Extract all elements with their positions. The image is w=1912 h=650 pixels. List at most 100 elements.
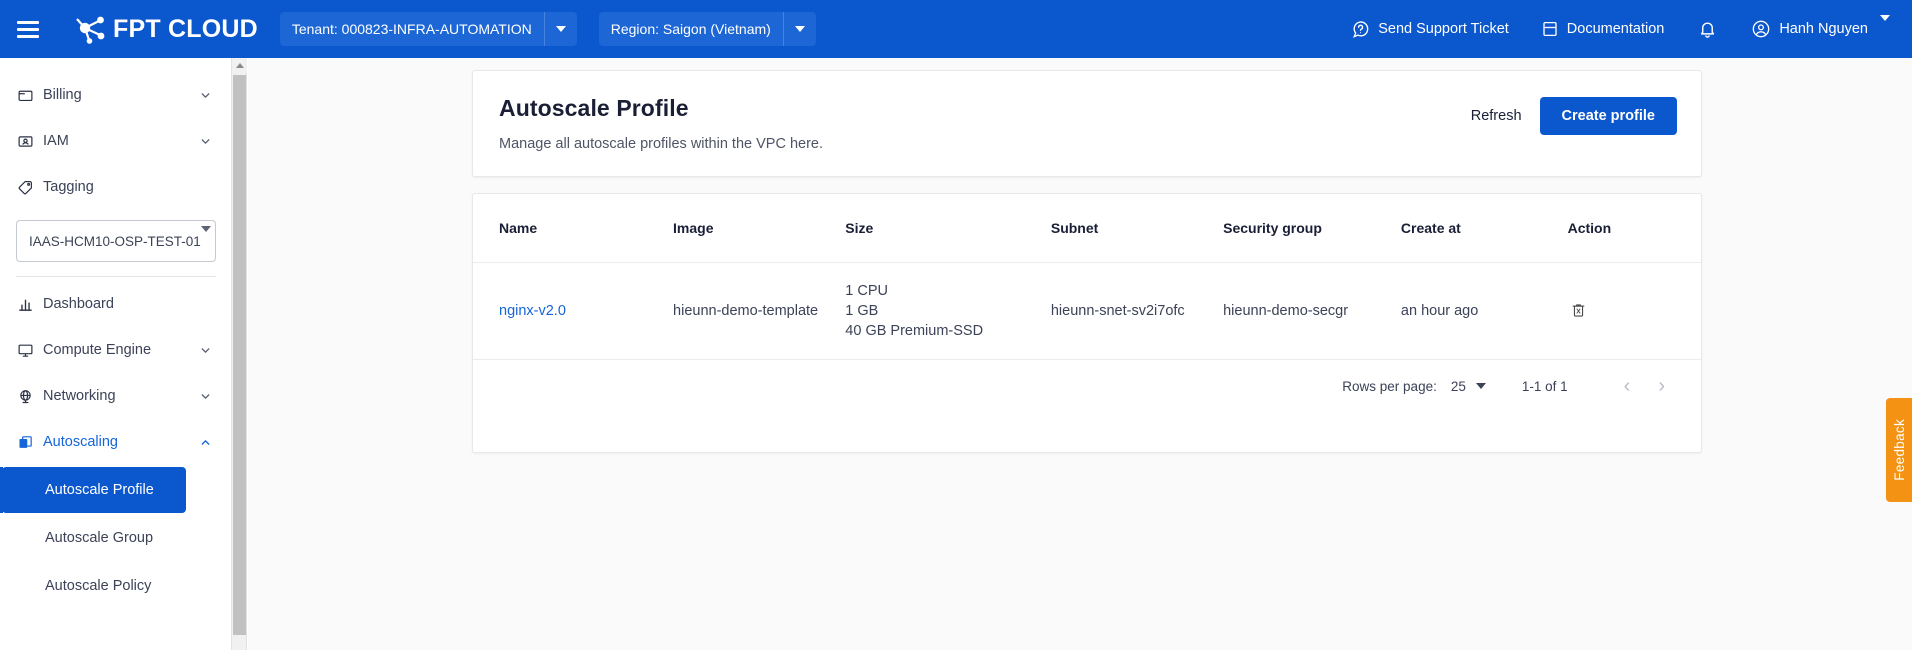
sidebar-item-label: Autoscaling (43, 434, 196, 450)
column-header-subnet: Subnet (1051, 194, 1223, 263)
brand-name: FPT CLOUD (113, 15, 258, 44)
sidebar: Billing IAM (0, 58, 232, 650)
chevron-down-icon (196, 135, 214, 148)
wallet-icon (17, 87, 43, 104)
chevron-down-icon (201, 232, 211, 250)
chevron-right-icon: › (1658, 375, 1665, 397)
brand-logo[interactable]: FPT CLOUD (74, 14, 258, 44)
fpt-cloud-molecule-icon (74, 14, 108, 44)
region-selector[interactable]: Region: Saigon (Vietnam) (599, 12, 816, 46)
chevron-down-icon (784, 12, 816, 46)
previous-page-button[interactable]: ‹ (1610, 376, 1645, 396)
sidebar-subitem-label: Autoscale Profile (45, 482, 154, 498)
cell-security-group: hieunn-demo-secgr (1223, 263, 1401, 360)
sidebar-item-autoscaling[interactable]: Autoscaling (0, 419, 232, 465)
sidebar-item-label: Billing (43, 87, 196, 103)
bar-chart-icon (17, 296, 43, 313)
cell-create-at: an hour ago (1401, 263, 1568, 360)
chevron-down-icon (196, 89, 214, 102)
send-support-ticket-label: Send Support Ticket (1378, 21, 1509, 37)
notifications-button[interactable] (1680, 0, 1735, 58)
sidebar-item-label: IAM (43, 133, 196, 149)
create-profile-button[interactable]: Create profile (1540, 97, 1677, 135)
rows-per-page-value: 25 (1451, 379, 1466, 394)
tenant-selector-label: Tenant: 000823-INFRA-AUTOMATION (280, 21, 544, 37)
sidebar-item-dashboard[interactable]: Dashboard (0, 281, 232, 327)
sidebar-item-billing[interactable]: Billing (0, 72, 232, 118)
bell-icon (1698, 20, 1717, 39)
tenant-selector[interactable]: Tenant: 000823-INFRA-AUTOMATION (280, 12, 577, 46)
chevron-down-icon (1880, 21, 1890, 37)
size-cpu: 1 CPU (845, 281, 1051, 301)
column-header-image: Image (673, 194, 845, 263)
book-icon (1541, 20, 1559, 38)
rows-per-page-select[interactable]: 25 (1451, 379, 1486, 394)
size-ram: 1 GB (845, 301, 1051, 321)
sidebar-subitem-label: Autoscale Policy (45, 578, 151, 594)
next-page-button[interactable]: › (1644, 376, 1679, 396)
sidebar-item-label: Networking (43, 388, 196, 404)
monitor-icon (17, 342, 43, 359)
user-name-label: Hanh Nguyen (1779, 21, 1868, 37)
page-subtitle: Manage all autoscale profiles within the… (499, 136, 1675, 152)
cell-name: nginx-v2.0 (473, 263, 673, 360)
help-chat-icon (1351, 20, 1370, 39)
send-support-ticket-button[interactable]: Send Support Ticket (1335, 0, 1525, 58)
top-navigation-bar: FPT CLOUD Tenant: 000823-INFRA-AUTOMATIO… (0, 0, 1912, 58)
profile-name-link[interactable]: nginx-v2.0 (499, 303, 566, 319)
table-header-row: Name Image Size Subnet Security group Cr… (473, 194, 1701, 263)
chevron-down-icon (196, 344, 214, 357)
sidebar-item-networking[interactable]: Networking (0, 373, 232, 419)
autoscale-profile-table-card: Name Image Size Subnet Security group Cr… (472, 193, 1702, 453)
sidebar-item-label: Tagging (43, 179, 196, 195)
cell-subnet: hieunn-snet-sv2i7ofc (1051, 263, 1223, 360)
sidebar-item-label: Dashboard (43, 296, 196, 312)
chevron-left-icon: ‹ (1624, 375, 1631, 397)
scrollbar-thumb[interactable] (233, 75, 246, 635)
autoscale-profile-table: Name Image Size Subnet Security group Cr… (473, 194, 1701, 360)
vpc-selector[interactable]: IAAS-HCM10-OSP-TEST-01 (16, 220, 216, 262)
top-bar-right-group: Send Support Ticket Documentation (1335, 0, 1912, 58)
feedback-tab-label: Feedback (1892, 419, 1907, 481)
documentation-label: Documentation (1567, 21, 1665, 37)
scrollbar-up-arrow-icon[interactable] (232, 58, 247, 73)
column-header-action: Action (1568, 194, 1701, 263)
column-header-size: Size (845, 194, 1051, 263)
id-card-icon (17, 133, 43, 150)
sidebar-scrollbar[interactable] (232, 58, 247, 650)
chevron-down-icon (1476, 383, 1486, 389)
table-body: nginx-v2.0 hieunn-demo-template 1 CPU 1 … (473, 263, 1701, 360)
user-account-menu[interactable]: Hanh Nguyen (1735, 0, 1890, 58)
documentation-button[interactable]: Documentation (1525, 0, 1681, 58)
chevron-down-icon (545, 12, 577, 46)
sidebar-divider (16, 276, 216, 277)
cell-image: hieunn-demo-template (673, 263, 845, 360)
sidebar-item-tagging[interactable]: Tagging (0, 164, 232, 210)
hamburger-menu-icon[interactable] (0, 0, 56, 58)
column-header-security-group: Security group (1223, 194, 1401, 263)
globe-icon (17, 388, 43, 405)
table-pagination: Rows per page: 25 1-1 of 1 ‹ › (473, 360, 1701, 412)
sidebar-item-label: Compute Engine (43, 342, 196, 358)
vpc-selector-value: IAAS-HCM10-OSP-TEST-01 (29, 234, 201, 249)
sidebar-item-compute-engine[interactable]: Compute Engine (0, 327, 232, 373)
delete-row-button[interactable] (1568, 299, 1589, 324)
page-header-actions: Refresh Create profile (1467, 97, 1677, 135)
autoscale-icon (17, 434, 43, 451)
column-header-name: Name (473, 194, 673, 263)
tag-icon (17, 179, 43, 196)
rows-per-page-label: Rows per page: (1342, 379, 1437, 394)
sidebar-item-iam[interactable]: IAM (0, 118, 232, 164)
region-selector-label: Region: Saigon (Vietnam) (599, 21, 783, 37)
delete-trash-icon (1570, 301, 1587, 322)
refresh-button[interactable]: Refresh (1467, 102, 1526, 130)
main-content: Autoscale Profile Manage all autoscale p… (248, 58, 1912, 650)
chevron-up-icon (196, 436, 214, 449)
sidebar-scroll-content: Billing IAM (0, 58, 232, 609)
sidebar-item-autoscale-group[interactable]: Autoscale Group (0, 515, 232, 561)
sidebar-item-autoscale-policy[interactable]: Autoscale Policy (0, 563, 232, 609)
feedback-tab-button[interactable]: Feedback (1886, 398, 1912, 502)
sidebar-item-autoscale-profile[interactable]: Autoscale Profile (2, 467, 186, 513)
chevron-down-icon (196, 390, 214, 403)
table-row[interactable]: nginx-v2.0 hieunn-demo-template 1 CPU 1 … (473, 263, 1701, 360)
